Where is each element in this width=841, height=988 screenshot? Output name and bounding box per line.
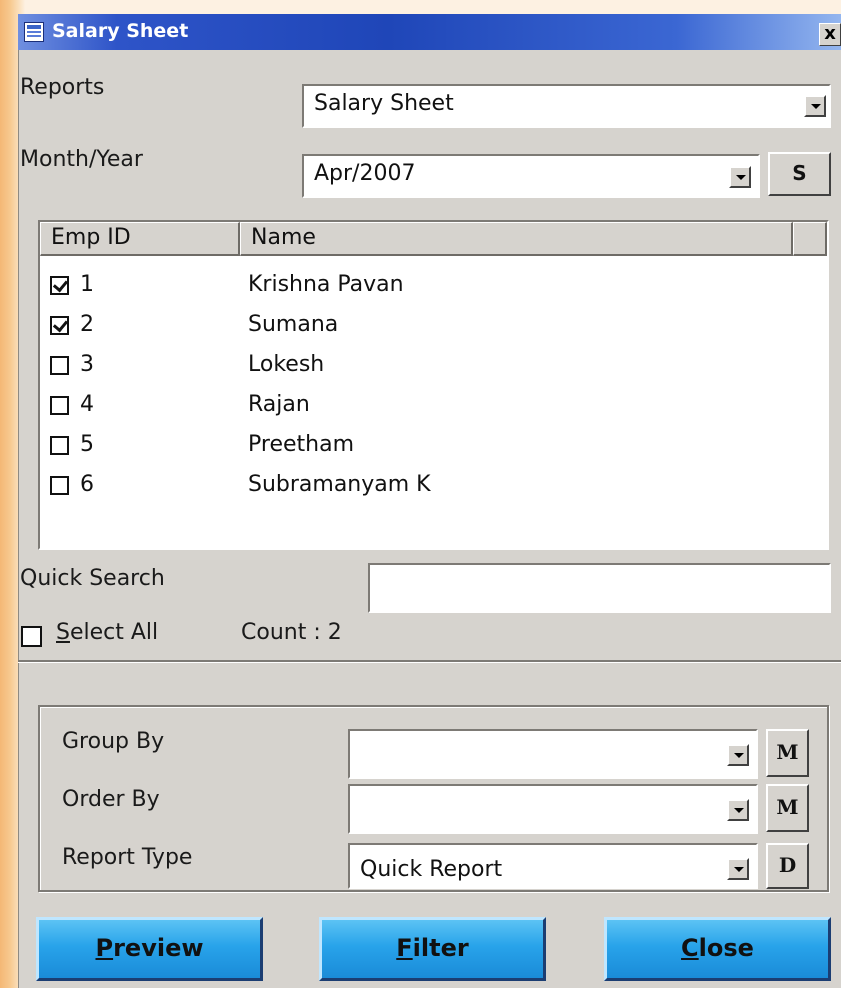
emp-id: 4 [80,392,94,417]
emp-name: Sumana [248,312,339,337]
column-header-name[interactable]: Name [240,222,793,256]
row-checkbox[interactable] [50,436,69,455]
close-accel: C [681,934,699,962]
report-type-d-button[interactable]: D [766,843,809,889]
emp-name: Preetham [248,432,354,457]
emp-id: 5 [80,432,94,457]
reports-label: Reports [20,75,105,100]
filter-accel: F [396,934,413,962]
group-by-dropdown-icon[interactable] [727,744,749,766]
group-by-combobox[interactable] [348,729,758,779]
emp-id: 1 [80,272,94,297]
window-icon [24,22,44,42]
emp-id: 3 [80,352,94,377]
preview-button[interactable]: Preview [36,917,263,981]
report-type-value: Quick Report [360,857,503,882]
order-by-dropdown-icon[interactable] [727,799,749,821]
reports-value: Salary Sheet [314,91,454,116]
group-by-m-button[interactable]: M [766,729,809,777]
month-year-s-button[interactable]: S [768,152,831,196]
emp-id: 2 [80,312,94,337]
filter-button[interactable]: Filter [319,917,546,981]
month-year-combobox[interactable]: Apr/2007 [302,154,760,198]
employee-list[interactable]: Emp ID Name 1 Krishna Pavan 2 Sumana 3 L… [38,220,829,550]
close-button[interactable]: Close [604,917,831,981]
window-title: Salary Sheet [52,20,189,42]
report-type-combobox[interactable]: Quick Report [348,843,758,889]
emp-name: Krishna Pavan [248,272,404,297]
select-all-label[interactable]: Select All [56,620,158,645]
select-all-checkbox[interactable] [21,626,42,647]
row-checkbox[interactable] [50,476,69,495]
count-text: Count : 2 [241,620,342,645]
order-by-label: Order By [62,787,160,812]
report-type-dropdown-icon[interactable] [727,858,749,880]
quick-search-input[interactable] [368,563,831,613]
emp-name: Rajan [248,392,310,417]
month-year-label: Month/Year [20,147,143,172]
column-header-emp-id[interactable]: Emp ID [40,222,240,256]
preview-accel: P [95,934,114,962]
filter-text: ilter [412,934,469,962]
row-checkbox[interactable] [50,356,69,375]
emp-id: 6 [80,472,94,497]
select-all-text: elect All [69,620,159,645]
reports-combobox[interactable]: Salary Sheet [302,84,831,128]
report-options-group: Group By M Order By M Report Type Quick … [38,705,829,892]
report-type-label: Report Type [62,845,193,870]
select-all-accel: S [56,620,70,645]
column-header-filler [793,222,827,256]
order-by-m-button[interactable]: M [766,784,809,832]
salary-sheet-window: Salary Sheet x Reports Salary Sheet Mont… [18,14,841,988]
close-text: lose [698,934,754,962]
row-checkbox[interactable] [50,316,69,335]
month-year-value: Apr/2007 [314,161,416,186]
title-bar[interactable]: Salary Sheet x [18,14,841,50]
row-checkbox[interactable] [50,396,69,415]
row-checkbox[interactable] [50,276,69,295]
emp-name: Lokesh [248,352,325,377]
emp-name: Subramanyam K [248,472,431,497]
reports-dropdown-icon[interactable] [804,95,826,117]
preview-text: review [113,934,204,962]
group-by-label: Group By [62,729,165,754]
quick-search-label: Quick Search [20,566,165,591]
month-year-dropdown-icon[interactable] [729,166,751,188]
close-window-button[interactable]: x [819,23,841,46]
order-by-combobox[interactable] [348,784,758,834]
separator-line [18,660,841,663]
